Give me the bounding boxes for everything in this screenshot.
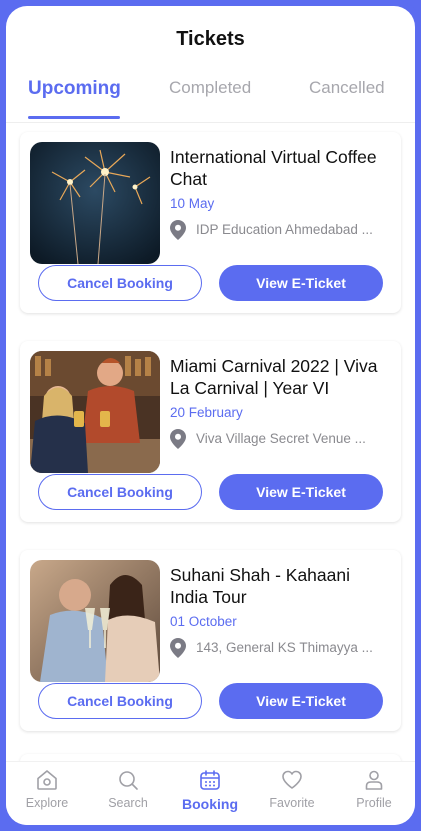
event-image — [30, 560, 160, 682]
event-venue: IDP Education Ahmedabad ... — [170, 220, 392, 240]
ticket-card[interactable]: Miami Carnival 2022 | Viva La Carnival |… — [20, 341, 401, 522]
event-date: 01 October — [170, 614, 237, 629]
location-pin-icon — [170, 429, 186, 449]
nav-label: Booking — [182, 796, 238, 812]
venue-text: Viva Village Secret Venue ... — [196, 431, 366, 446]
view-eticket-button[interactable]: View E-Ticket — [219, 265, 383, 301]
ticket-card[interactable]: International Virtual Coffee Chat 10 May… — [20, 132, 401, 313]
event-title: Suhani Shah - Kahaani India Tour — [170, 565, 350, 607]
event-image — [30, 142, 160, 264]
profile-icon — [365, 770, 383, 790]
event-date: 10 May — [170, 196, 215, 211]
tabs-divider — [6, 122, 415, 123]
nav-label: Search — [108, 796, 148, 810]
event-image — [30, 351, 160, 473]
ticket-card[interactable]: Suhani Shah - Kahaani India Tour 01 Octo… — [20, 550, 401, 731]
location-pin-icon — [170, 220, 186, 240]
nav-label: Explore — [25, 796, 69, 810]
nav-label: Profile — [356, 796, 392, 810]
device-frame: Tickets Upcoming Completed Cancelled Int… — [0, 0, 421, 831]
app-screen: Tickets Upcoming Completed Cancelled Int… — [6, 6, 415, 825]
bottom-navigation: Explore Search Booking Favorite Profile — [6, 761, 415, 825]
nav-booking[interactable]: Booking — [170, 768, 250, 812]
cancel-booking-button[interactable]: Cancel Booking — [38, 265, 202, 301]
event-title: International Virtual Coffee Chat — [170, 147, 377, 189]
venue-text: IDP Education Ahmedabad ... — [196, 222, 373, 237]
nav-search[interactable]: Search — [88, 768, 168, 810]
event-venue: 143, General KS Thimayya ... — [170, 638, 392, 658]
event-date: 20 February — [170, 405, 243, 420]
calendar-icon — [200, 770, 220, 790]
tab-cancelled[interactable]: Cancelled — [309, 78, 385, 98]
tab-completed[interactable]: Completed — [169, 78, 251, 98]
page-title: Tickets — [176, 28, 245, 50]
explore-icon — [37, 770, 57, 790]
venue-text: 143, General KS Thimayya ... — [196, 640, 373, 655]
heart-icon — [282, 770, 302, 789]
location-pin-icon — [170, 638, 186, 658]
search-icon — [119, 771, 138, 790]
active-tab-indicator — [28, 116, 120, 119]
cancel-booking-button[interactable]: Cancel Booking — [38, 474, 202, 510]
nav-profile[interactable]: Profile — [334, 768, 414, 810]
ticket-tabs: Upcoming Completed Cancelled — [6, 78, 415, 119]
nav-favorite[interactable]: Favorite — [252, 768, 332, 810]
cancel-booking-button[interactable]: Cancel Booking — [38, 683, 202, 719]
view-eticket-button[interactable]: View E-Ticket — [219, 683, 383, 719]
nav-explore[interactable]: Explore — [7, 768, 87, 810]
tab-upcoming[interactable]: Upcoming — [28, 78, 121, 100]
view-eticket-button[interactable]: View E-Ticket — [219, 474, 383, 510]
event-venue: Viva Village Secret Venue ... — [170, 429, 392, 449]
event-title: Miami Carnival 2022 | Viva La Carnival |… — [170, 356, 378, 398]
nav-label: Favorite — [269, 796, 315, 810]
